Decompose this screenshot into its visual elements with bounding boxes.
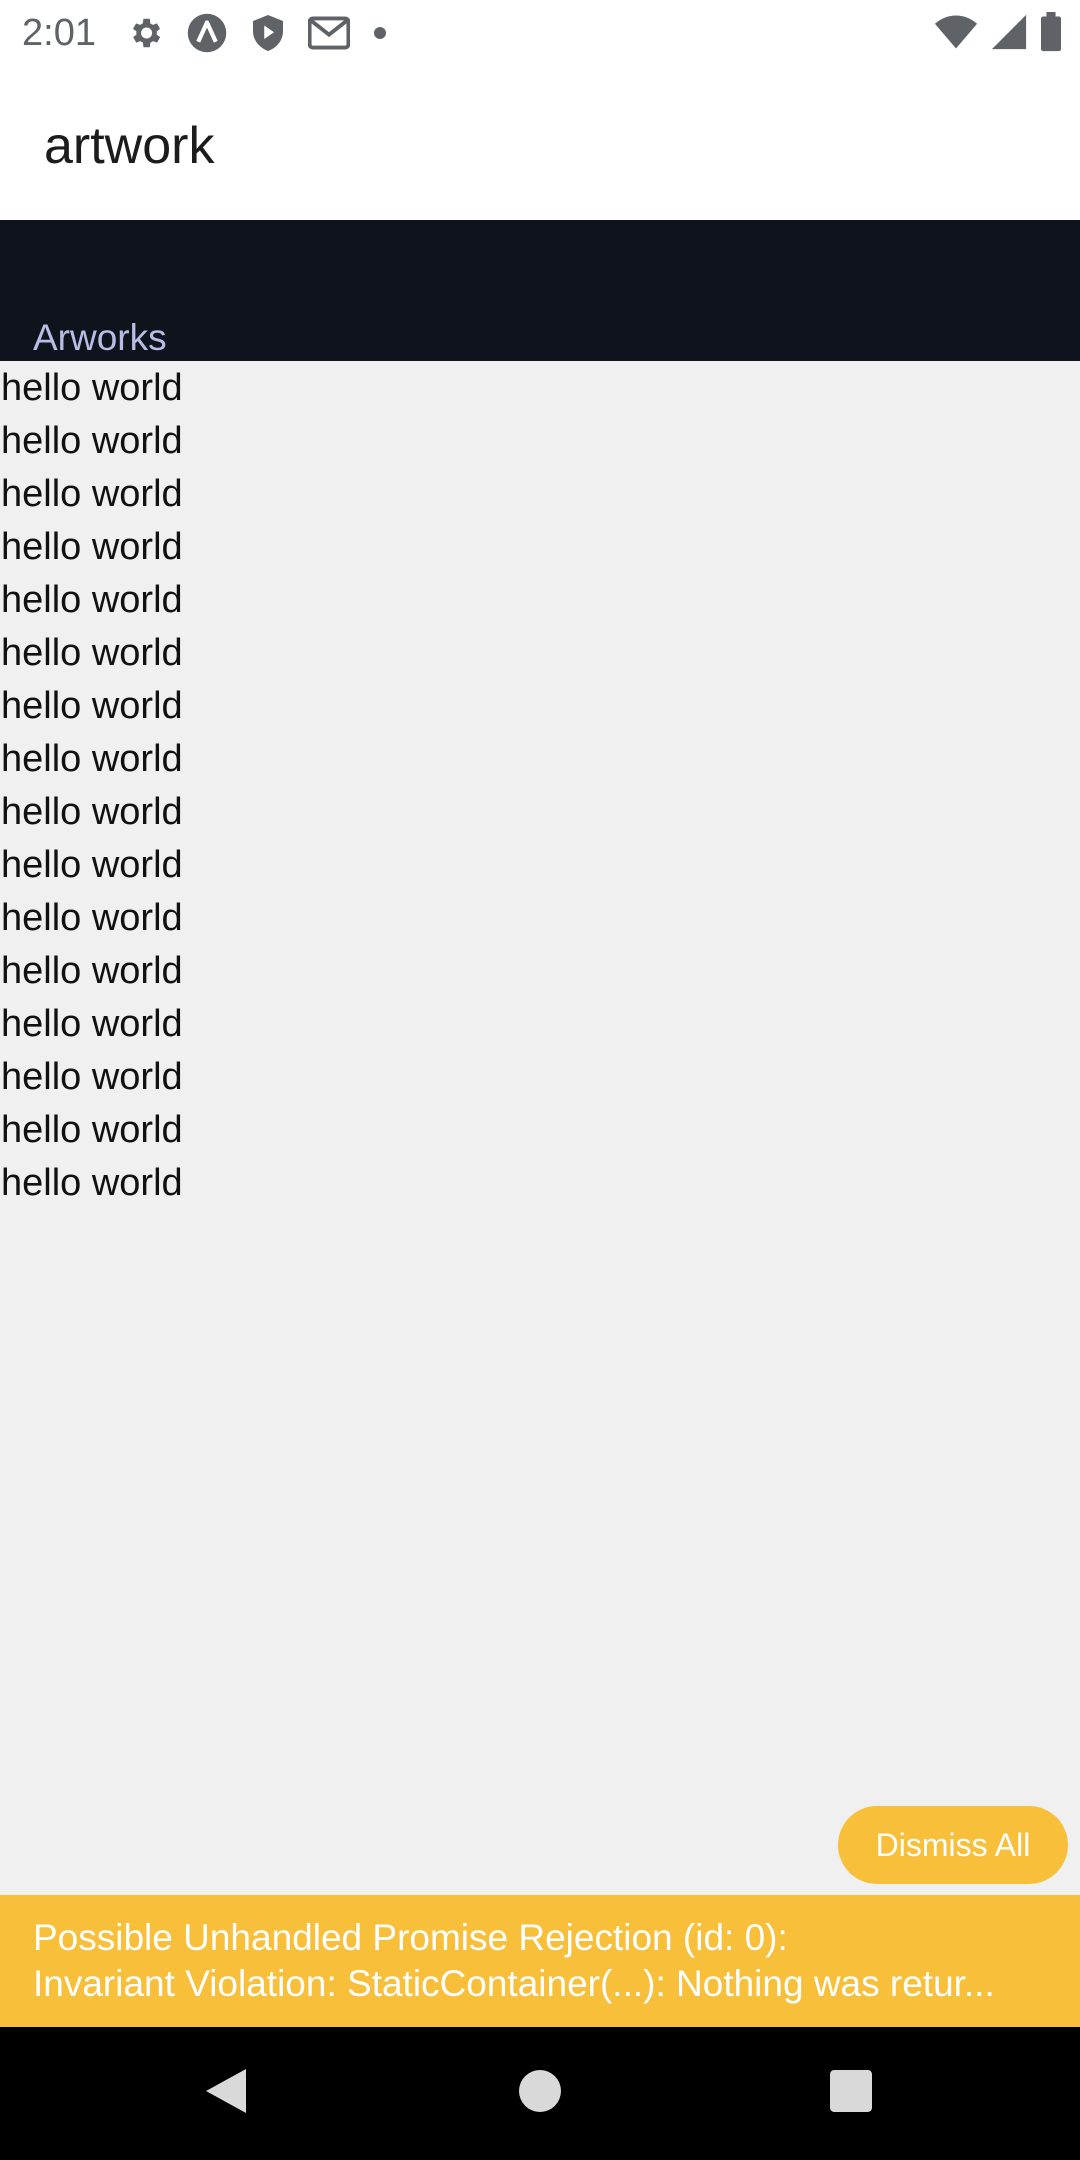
shield-icon	[250, 13, 286, 53]
status-bar: 2:01	[0, 0, 1080, 66]
page-title: artwork	[44, 117, 215, 175]
navigation-bar	[0, 2027, 1080, 2160]
list-item: hello world	[1, 897, 183, 939]
home-icon	[519, 2070, 561, 2117]
recents-button[interactable]	[771, 2027, 931, 2160]
list-item: hello world	[1, 1162, 183, 1204]
list-item: hello world	[1, 1056, 183, 1098]
list-item: hello world	[1, 473, 183, 515]
list-item: hello world	[1, 526, 183, 568]
back-button[interactable]	[146, 2027, 306, 2160]
list-item: hello world	[1, 367, 183, 409]
list-item: hello world	[1, 632, 183, 674]
system-icons	[934, 12, 1062, 57]
app-icon	[186, 12, 228, 54]
warning-message: Invariant Violation: StaticContainer(...…	[33, 1963, 995, 2004]
notification-icons	[126, 12, 388, 54]
home-button[interactable]	[460, 2027, 620, 2160]
header-label: Arworks	[33, 317, 167, 358]
header-banner: Arworks	[0, 220, 1080, 361]
gmail-icon	[308, 15, 350, 51]
list-item: hello world	[1, 791, 183, 833]
list-item: hello world	[1, 1003, 183, 1045]
status-time: 2:01	[22, 12, 96, 54]
signal-icon	[990, 13, 1028, 56]
screen: 2:01 artwork Arworks hello world hello w…	[0, 0, 1080, 2160]
wifi-icon	[934, 13, 978, 56]
gear-icon	[126, 14, 164, 52]
warning-title: Possible Unhandled Promise Rejection (id…	[33, 1917, 788, 1958]
list-item: hello world	[1, 579, 183, 621]
warning-banner[interactable]: Possible Unhandled Promise Rejection (id…	[0, 1895, 1080, 2027]
list-item: hello world	[1, 420, 183, 462]
dismiss-all-button[interactable]: Dismiss All	[838, 1806, 1068, 1884]
list-item: hello world	[1, 844, 183, 886]
list-item: hello world	[1, 950, 183, 992]
list-item: hello world	[1, 738, 183, 780]
back-icon	[204, 2067, 248, 2120]
hello-list: hello world hello world hello world hell…	[0, 362, 1080, 1210]
list-item: hello world	[1, 1109, 183, 1151]
dot-icon	[372, 25, 388, 41]
recents-icon	[830, 2070, 872, 2117]
app-bar: artwork	[0, 66, 1080, 220]
list-item: hello world	[1, 685, 183, 727]
battery-icon	[1040, 12, 1062, 57]
